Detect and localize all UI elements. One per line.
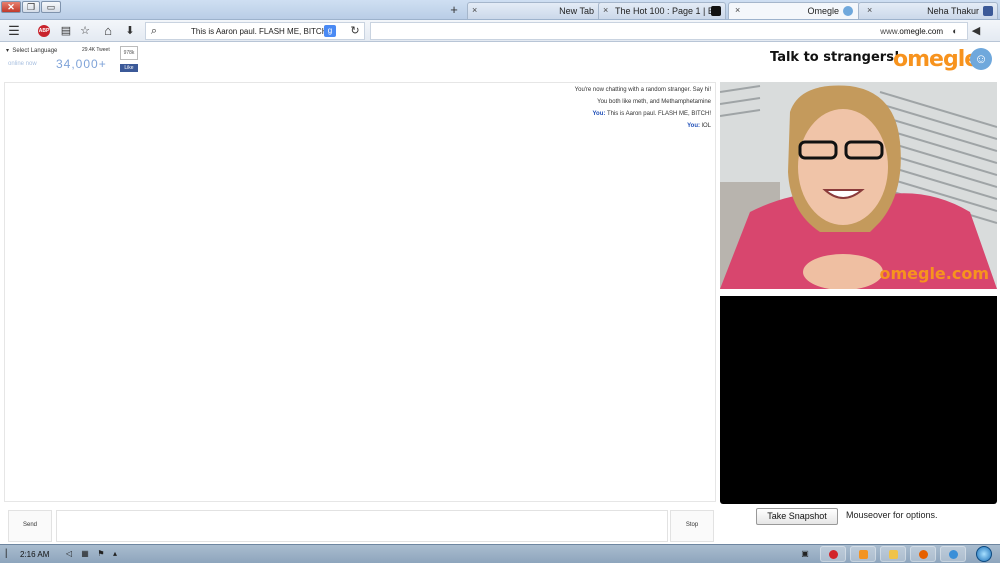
adblock-icon[interactable]: ABP [38, 25, 50, 37]
clipboard-icon[interactable]: ▤ [58, 23, 74, 39]
social-bar: ▾ Select Language 29.4K Tweet online now… [0, 44, 150, 74]
url-prefix: www. [880, 27, 900, 36]
omegle-watermark: omegle.com [879, 264, 989, 283]
address-bar[interactable]: ↻ www.omegle.com ◐ [350, 22, 968, 40]
tab-title: New Tab [559, 6, 594, 16]
tab-close-icon[interactable]: × [867, 5, 872, 15]
action-center-icon[interactable]: ⚑ [96, 549, 106, 559]
network-icon[interactable]: ▦ [80, 549, 90, 559]
new-tab-button[interactable]: + [446, 3, 462, 17]
chat-message: You: This is Aaron paul. FLASH ME, BITCH… [592, 111, 712, 117]
window-close-button[interactable]: ✕ [1, 1, 21, 13]
google-icon[interactable]: g [324, 25, 336, 37]
search-box[interactable]: ⌕ This is Aaron paul. FLASH ME, BITCH! g [145, 22, 365, 40]
tab-new-tab[interactable]: × New Tab [467, 2, 605, 19]
show-desktop-button[interactable]: ▏ [4, 549, 14, 559]
windows-icon [976, 546, 992, 562]
opera-taskbar-button[interactable] [820, 546, 846, 562]
omegle-icon [843, 6, 853, 16]
home-icon[interactable]: ⌂ [100, 23, 116, 39]
reload-icon[interactable]: ↻ [347, 23, 363, 39]
tray-overflow-icon[interactable]: ▴ [110, 549, 120, 559]
tweet-button[interactable]: 29.4K Tweet [82, 47, 110, 53]
download-icon[interactable]: ⬇ [122, 23, 138, 39]
app-tray-icon[interactable]: ▣ [800, 549, 810, 559]
tweet-count: 29.4K [82, 47, 96, 53]
stranger-video-frame [720, 82, 997, 289]
online-label: online now [8, 61, 37, 67]
chat-message: You: lOL [687, 123, 711, 129]
send-button[interactable]: Send [8, 510, 52, 542]
url-domain: omegle.com [899, 27, 943, 36]
self-video[interactable] [720, 296, 997, 504]
bookmark-star-icon[interactable]: ☆ [77, 23, 93, 39]
billboard-icon [711, 6, 721, 16]
tweet-label: Tweet [96, 47, 110, 53]
take-snapshot-button[interactable]: Take Snapshot [756, 508, 838, 525]
volume-icon[interactable]: ◁ [64, 549, 74, 559]
tab-billboard[interactable]: × The Hot 100 : Page 1 | Billb... [598, 2, 726, 19]
firefox-taskbar-button[interactable] [910, 546, 936, 562]
tab-title: Omegle [807, 6, 839, 16]
tab-facebook[interactable]: × Neha Thakur [858, 2, 998, 19]
chat-status-message: You both like meth, and Methamphetamine [597, 99, 711, 105]
search-input[interactable]: This is Aaron paul. FLASH ME, BITCH! [191, 27, 330, 36]
message-input[interactable] [56, 510, 668, 542]
chat-status-message: You're now chatting with a random strang… [574, 87, 711, 93]
start-button[interactable] [972, 545, 996, 564]
facebook-like-button[interactable]: Like [120, 64, 138, 72]
ie-taskbar-button[interactable] [940, 546, 966, 562]
chat-log[interactable]: You're now chatting with a random strang… [4, 82, 716, 502]
stop-button[interactable]: Stop [670, 510, 714, 542]
facebook-like-count: 978k [120, 46, 138, 60]
tab-close-icon[interactable]: × [735, 5, 740, 15]
vlc-taskbar-button[interactable] [850, 546, 876, 562]
mouseover-hint: Mouseover for options. [846, 510, 938, 520]
online-count: 34,000+ [56, 57, 107, 71]
stranger-video[interactable]: omegle.com [720, 82, 997, 289]
window-maximize-button[interactable]: ❐ [22, 1, 40, 13]
browser-toolbar: ☰ ABP ☆ ▤ ⬇ ⌂ ⌕ This is Aaron paul. FLAS… [0, 20, 1000, 42]
language-select-label: Select Language [12, 48, 58, 54]
taskbar-clock[interactable]: 2:16 AM [20, 550, 49, 559]
facebook-icon [983, 6, 993, 16]
language-select[interactable]: ▾ Select Language [6, 47, 57, 54]
chat-controls: Send Stop [4, 508, 716, 544]
menu-icon[interactable]: ☰ [6, 23, 22, 39]
os-taskbar: ▏ 2:16 AM ◁ ▦ ⚑ ▴ ▣ [0, 544, 1000, 563]
explorer-taskbar-button[interactable] [880, 546, 906, 562]
tab-close-icon[interactable]: × [472, 5, 477, 15]
tab-title: Neha Thakur [927, 6, 979, 16]
omegle-logo[interactable]: omegle [893, 47, 979, 72]
tab-omegle[interactable]: × Omegle [728, 2, 860, 19]
url-text[interactable]: www.omegle.com [880, 27, 943, 36]
tab-close-icon[interactable]: × [603, 5, 608, 15]
window-minimize-button[interactable]: ▭ [41, 1, 61, 13]
omegle-logo-icon: ☺ [970, 48, 992, 70]
back-icon[interactable]: ◀ [968, 23, 984, 39]
site-info-icon[interactable]: ◐ [947, 23, 963, 39]
site-tagline: Talk to strangers! [770, 50, 900, 65]
tab-title: The Hot 100 : Page 1 | Billb... [615, 6, 711, 16]
search-icon[interactable]: ⌕ [146, 23, 162, 39]
browser-tab-bar: ✕ ❐ ▭ + × New Tab × The Hot 100 : Page 1… [0, 0, 1000, 20]
